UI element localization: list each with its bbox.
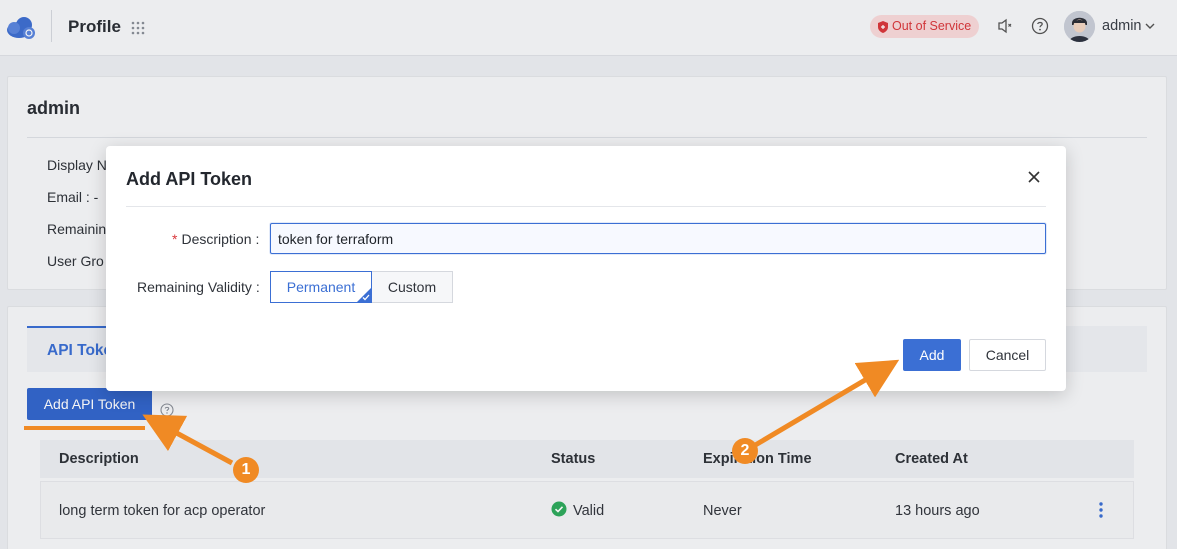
dialog-title: Add API Token — [126, 169, 252, 189]
option-permanent-label: Permanent — [286, 279, 356, 295]
option-custom[interactable]: Custom — [372, 271, 453, 303]
check-icon — [362, 294, 370, 301]
close-icon[interactable] — [1027, 170, 1041, 184]
step-badge-2: 2 — [732, 438, 758, 464]
option-permanent[interactable]: Permanent — [270, 271, 372, 303]
add-button[interactable]: Add — [903, 339, 961, 371]
validity-label: Remaining Validity: — [137, 279, 260, 295]
required-mark: * — [172, 231, 178, 247]
cancel-button[interactable]: Cancel — [969, 339, 1046, 371]
validity-label-text: Remaining Validity — [137, 279, 252, 295]
description-label: * Description: — [172, 231, 260, 247]
add-token-dialog: Add API Token *Description: Remaining Va… — [106, 146, 1066, 391]
description-label-text: Description — [181, 231, 252, 247]
dialog-divider — [126, 206, 1046, 207]
description-input[interactable] — [270, 223, 1046, 254]
step-badge-1: 1 — [233, 457, 259, 483]
